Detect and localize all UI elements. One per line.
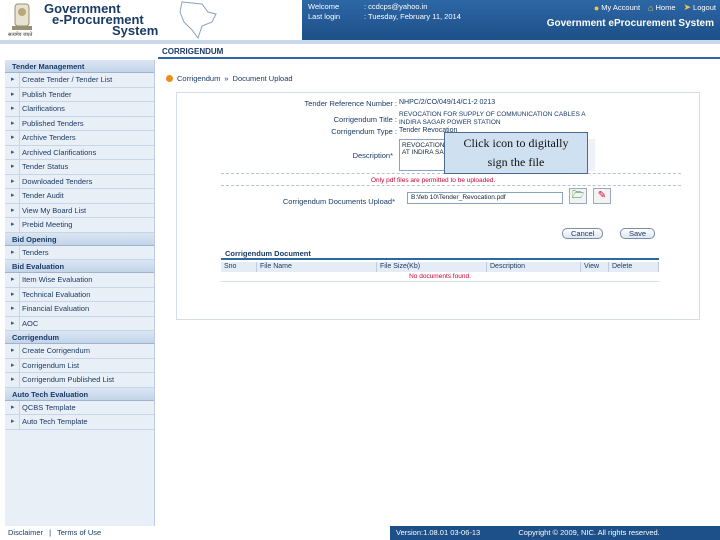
sidebar-item[interactable]: Financial Evaluation xyxy=(5,302,154,317)
sidebar-item[interactable]: Prebid Meeting xyxy=(5,218,154,233)
column-header: Sno xyxy=(221,262,257,272)
bullet-icon xyxy=(166,75,173,82)
sidebar-item[interactable]: Auto Tech Template xyxy=(5,415,154,430)
cancel-button[interactable]: Cancel xyxy=(562,228,604,239)
tooltip-line-1: Click icon to digitally xyxy=(463,136,569,150)
sidebar-section-title: Auto Tech Evaluation xyxy=(5,387,154,401)
logout-label: Logout xyxy=(693,3,716,12)
corrigendum-form: Tender Reference Number : NHPC/2/CO/049/… xyxy=(176,92,700,320)
welcome-label: Welcome xyxy=(308,2,340,11)
sidebar-item[interactable]: QCBS Template xyxy=(5,400,154,415)
tooltip-line-2: sign the file xyxy=(487,155,545,169)
tender-ref-label: Tender Reference Number : xyxy=(304,99,397,108)
sidebar-item[interactable]: Archive Tenders xyxy=(5,131,154,146)
system-title: Government eProcurement System xyxy=(546,18,714,29)
sidebar-item[interactable]: View My Board List xyxy=(5,203,154,218)
breadcrumb-current[interactable]: Corrigendum xyxy=(177,74,220,83)
sidebar: Tender ManagementCreate Tender / Tender … xyxy=(5,60,155,526)
column-header: Delete xyxy=(609,262,659,272)
tender-ref-value: NHPC/2/CO/049/14/C1-2 0213 xyxy=(399,99,496,106)
folder-up-icon[interactable]: 🗁 xyxy=(569,188,587,204)
save-button[interactable]: Save xyxy=(620,228,656,239)
brand-line-3: System xyxy=(112,23,159,38)
last-login-label: Last login xyxy=(308,12,341,21)
home-icon: ⌂ xyxy=(648,2,654,13)
sidebar-section-title: Tender Management xyxy=(5,60,154,73)
file-path-input[interactable]: B:\feb 10\Tender_Revocation.pdf xyxy=(407,192,563,204)
my-account-link[interactable]: ● My Account xyxy=(594,3,640,13)
header: Government e-Procurement System सत्यमेव … xyxy=(0,0,720,40)
sidebar-item[interactable]: Corrigendum Published List xyxy=(5,373,154,388)
emblem-logo xyxy=(12,3,32,30)
breadcrumb-page: Document Upload xyxy=(232,74,293,83)
brand-title: Government e-Procurement System xyxy=(44,2,159,38)
pdf-note: Only pdf files are permitted to be uploa… xyxy=(371,177,496,184)
sidebar-item[interactable]: Item Wise Evaluation xyxy=(5,273,154,288)
upload-label: Corrigendum Documents Upload* xyxy=(282,197,395,206)
welcome-value: : ccdcps@yahoo.in xyxy=(364,2,428,11)
sidebar-item[interactable]: Clarifications xyxy=(5,102,154,117)
sidebar-section-title: Corrigendum xyxy=(5,331,154,344)
type-label: Corrigendum Type : xyxy=(331,127,397,136)
sidebar-item[interactable]: Publish Tender xyxy=(5,87,154,102)
sidebar-item[interactable]: Downloaded Tenders xyxy=(5,174,154,189)
copyright-text: Copyright © 2009, NIC. All rights reserv… xyxy=(518,528,660,537)
title-row: Corrigendum Title : xyxy=(177,115,397,125)
description-row: Description* xyxy=(177,151,393,161)
terms-link[interactable]: Terms of Use xyxy=(57,528,101,537)
sidebar-item[interactable]: Tender Status xyxy=(5,160,154,175)
emblem-caption: सत्यमेव जयते xyxy=(8,32,33,38)
no-documents-message: No documents found. xyxy=(221,273,659,282)
version-text: Version:1.08.01 03-06-13 xyxy=(396,528,481,537)
footer-separator: | xyxy=(49,528,52,537)
sign-tooltip: Click icon to digitally sign the file xyxy=(444,132,588,174)
home-link[interactable]: ⌂ Home xyxy=(648,3,675,13)
document-table-header: Sno File Name File Size(Kb) Description View… xyxy=(221,262,659,272)
user-info: Welcome : ccdcps@yahoo.in Last login : Tue… xyxy=(308,2,461,22)
page-title-bar: CORRIGENDUM xyxy=(158,45,720,59)
home-label: Home xyxy=(655,3,676,12)
upload-row: Corrigendum Documents Upload* xyxy=(177,197,395,207)
column-header: Description xyxy=(487,262,581,272)
logout-link[interactable]: ➤ Logout xyxy=(684,2,717,13)
sidebar-item[interactable]: Corrigendum List xyxy=(5,358,154,373)
type-row: Corrigendum Type : xyxy=(177,127,397,137)
tender-ref-row: Tender Reference Number : xyxy=(177,99,397,109)
description-label: Description* xyxy=(352,151,393,160)
document-table-title: Corrigendum Document xyxy=(221,249,659,260)
divider xyxy=(221,185,681,186)
header-divider xyxy=(0,40,720,44)
last-login-value: : Tuesday, February 11, 2014 xyxy=(364,12,461,21)
page-title: CORRIGENDUM xyxy=(162,47,224,56)
disclaimer-link[interactable]: Disclaimer xyxy=(8,528,43,537)
breadcrumb: Corrigendum » Document Upload xyxy=(166,74,293,83)
breadcrumb-separator: » xyxy=(224,74,229,83)
column-header: View xyxy=(581,262,609,272)
title-label: Corrigendum Title : xyxy=(333,115,397,124)
top-bar: Welcome : ccdcps@yahoo.in Last login : Tue… xyxy=(302,0,720,40)
sidebar-item[interactable]: Tender Audit xyxy=(5,189,154,204)
my-account-label: My Account xyxy=(601,3,641,12)
logout-icon: ➤ xyxy=(683,2,692,12)
sidebar-item[interactable]: Create Corrigendum xyxy=(5,344,154,359)
sidebar-item[interactable]: Published Tenders xyxy=(5,116,154,131)
sidebar-item[interactable]: AOC xyxy=(5,316,154,331)
sidebar-section-title: Bid Opening xyxy=(5,232,154,246)
india-map-icon xyxy=(179,1,217,40)
digital-sign-icon[interactable]: ✎ xyxy=(593,188,611,204)
footer-links: Disclaimer | Terms of Use xyxy=(8,528,101,537)
sidebar-item[interactable]: Tenders xyxy=(5,245,154,260)
sidebar-item[interactable]: Archived Clarifications xyxy=(5,145,154,160)
top-links: ● My Account ⌂ Home ➤ Logout xyxy=(594,2,716,13)
user-icon: ● xyxy=(593,2,600,13)
sidebar-section-title: Bid Evaluation xyxy=(5,260,154,273)
column-header: File Size(Kb) xyxy=(377,262,487,272)
sidebar-item[interactable]: Create Tender / Tender List xyxy=(5,73,154,88)
column-header: File Name xyxy=(257,262,377,272)
title-value: REVOCATION FOR SUPPLY OF COMMUNICATION C… xyxy=(399,111,586,126)
sidebar-item[interactable]: Technical Evaluation xyxy=(5,287,154,302)
footer-bar: Version:1.08.01 03-06-13 Copyright © 200… xyxy=(390,526,720,540)
